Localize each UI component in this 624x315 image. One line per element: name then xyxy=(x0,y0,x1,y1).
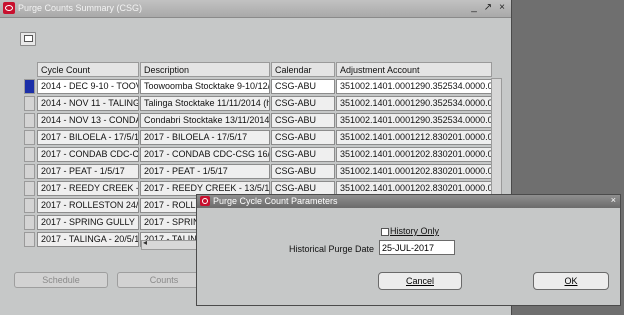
oracle-logo-icon xyxy=(200,196,210,206)
row-selector[interactable] xyxy=(24,164,35,179)
row-selector[interactable] xyxy=(24,232,35,247)
cell-calendar[interactable]: CSG-ABU xyxy=(271,164,335,179)
cell-cycle-count[interactable]: 2017 - BILOELA - 17/5/1 xyxy=(37,130,139,145)
dialog-titlebar: Purge Cycle Count Parameters × xyxy=(197,195,620,208)
dialog-title: Purge Cycle Count Parameters xyxy=(213,196,338,206)
cell-cycle-count[interactable]: 2017 - CONDAB CDC-C xyxy=(37,147,139,162)
cancel-button[interactable]: Cancel xyxy=(378,272,462,290)
folder-icon[interactable] xyxy=(20,32,36,46)
cell-calendar[interactable]: CSG-ABU xyxy=(271,147,335,162)
cell-description[interactable]: Talinga Stocktake 11/11/2014 (h xyxy=(140,96,270,111)
oracle-logo-icon xyxy=(3,2,15,14)
schedule-button[interactable]: Schedule xyxy=(14,272,108,288)
purge-date-input[interactable] xyxy=(379,240,455,255)
cell-calendar[interactable]: CSG-ABU xyxy=(271,113,335,128)
cell-adjustment-account[interactable]: 351002.1401.0001202.830201.0000.000 xyxy=(336,147,492,162)
cell-description[interactable]: 2017 - CONDAB CDC-CSG 16/6 xyxy=(140,147,270,162)
column-header-adjustment-account[interactable]: Adjustment Account xyxy=(336,62,492,77)
window-title: Purge Counts Summary (CSG) xyxy=(18,3,143,13)
minimize-icon[interactable]: _ xyxy=(468,2,480,14)
cell-cycle-count[interactable]: 2014 - NOV 13 - CONDA xyxy=(37,113,139,128)
cell-adjustment-account[interactable]: 351002.1401.0001290.352534.0000.000 xyxy=(336,113,492,128)
row-selector[interactable] xyxy=(24,215,35,230)
cell-adjustment-account[interactable]: 351002.1401.0001202.830201.0000.000 xyxy=(336,164,492,179)
history-only-checkbox[interactable] xyxy=(381,228,389,236)
cell-calendar[interactable]: CSG-ABU xyxy=(271,79,335,94)
cell-description[interactable]: Condabri Stocktake 13/11/2014 xyxy=(140,113,270,128)
ok-button[interactable]: OK xyxy=(533,272,609,290)
column-header-cycle-count[interactable]: Cycle Count xyxy=(37,62,139,77)
cancel-label: Cancel xyxy=(405,276,434,286)
purge-date-label: Historical Purge Date xyxy=(289,244,375,254)
dialog-close-icon[interactable]: × xyxy=(611,195,616,205)
cell-description[interactable]: 2017 - PEAT - 1/5/17 xyxy=(140,164,270,179)
column-header-description[interactable]: Description xyxy=(140,62,270,77)
window-titlebar: Purge Counts Summary (CSG) _ ↗ × xyxy=(0,0,511,18)
cell-calendar[interactable]: CSG-ABU xyxy=(271,96,335,111)
cell-description[interactable]: Toowoomba Stocktake 9-10/12/ xyxy=(140,79,270,94)
cell-adjustment-account[interactable]: 351002.1401.0001290.352534.0000.000 xyxy=(336,96,492,111)
restore-icon[interactable]: ↗ xyxy=(482,2,494,14)
cell-cycle-count[interactable]: 2017 - REEDY CREEK - xyxy=(37,181,139,196)
cell-cycle-count[interactable]: 2017 - TALINGA - 20/5/1 xyxy=(37,232,139,247)
cell-calendar[interactable]: CSG-ABU xyxy=(271,130,335,145)
purge-dialog: Purge Cycle Count Parameters × History O… xyxy=(196,194,621,306)
row-selector[interactable] xyxy=(24,147,35,162)
row-selector[interactable] xyxy=(24,113,35,128)
cell-cycle-count[interactable]: 2014 - DEC 9-10 - TOOV xyxy=(37,79,139,94)
row-selector[interactable] xyxy=(24,79,35,94)
cell-cycle-count[interactable]: 2017 - ROLLESTON 24/ xyxy=(37,198,139,213)
cell-cycle-count[interactable]: 2017 - PEAT - 1/5/17 xyxy=(37,164,139,179)
row-selector[interactable] xyxy=(24,130,35,145)
horizontal-scrollbar[interactable] xyxy=(141,238,203,250)
row-selector[interactable] xyxy=(24,96,35,111)
row-selector[interactable] xyxy=(24,198,35,213)
row-selector[interactable] xyxy=(24,181,35,196)
cell-cycle-count[interactable]: 2017 - SPRING GULLY xyxy=(37,215,139,230)
column-header-calendar[interactable]: Calendar xyxy=(271,62,335,77)
cell-cycle-count[interactable]: 2014 - NOV 11 - TALING xyxy=(37,96,139,111)
cell-adjustment-account[interactable]: 351002.1401.0001212.830201.0000.000 xyxy=(336,130,492,145)
history-only-label[interactable]: History Only xyxy=(390,226,439,236)
close-icon[interactable]: × xyxy=(496,2,508,14)
cell-adjustment-account[interactable]: 351002.1401.0001290.352534.0000.000 xyxy=(336,79,492,94)
vertical-scrollbar[interactable] xyxy=(491,78,502,195)
cell-description[interactable]: 2017 - BILOELA - 17/5/17 xyxy=(140,130,270,145)
ok-label: OK xyxy=(564,276,578,286)
